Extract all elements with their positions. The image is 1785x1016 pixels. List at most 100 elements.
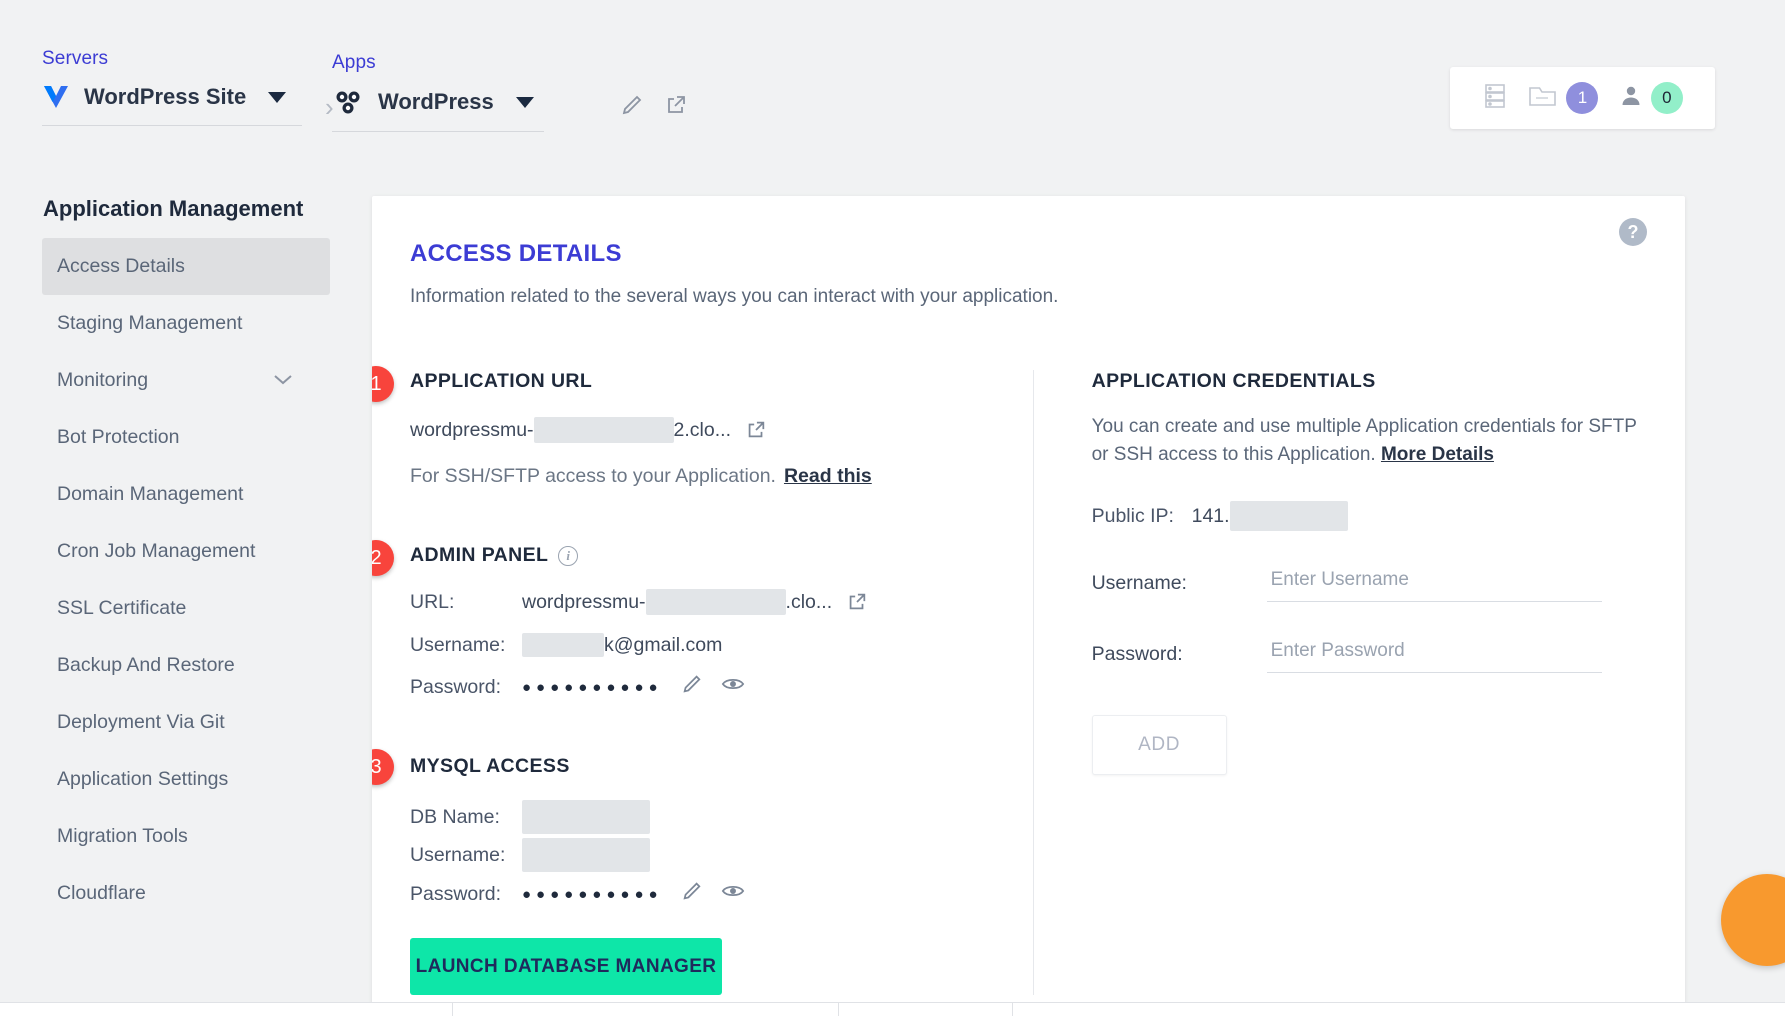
ssh-note-text: For SSH/SFTP access to your Application. xyxy=(410,465,776,487)
admin-url-suffix: .clo... xyxy=(785,590,833,613)
help-icon[interactable]: ? xyxy=(1619,218,1647,246)
mysql-username-row: Username: xyxy=(410,838,1033,872)
app-selector[interactable]: WordPress xyxy=(332,86,544,132)
eye-icon[interactable] xyxy=(721,880,745,908)
sidebar-item-deployment-via-git[interactable]: Deployment Via Git xyxy=(42,694,330,751)
add-credential-button[interactable]: ADD xyxy=(1091,715,1227,776)
status-pill-group: 1 0 xyxy=(1450,67,1715,129)
chevron-down-icon[interactable] xyxy=(268,91,287,103)
server-name: WordPress Site xyxy=(84,84,247,109)
mysql-password-row: Password: ●●●●●●●●●● xyxy=(410,880,1033,908)
support-chat-button[interactable] xyxy=(1721,874,1785,966)
pencil-icon[interactable] xyxy=(681,673,703,701)
read-this-link[interactable]: Read this xyxy=(784,465,872,488)
admin-url-redacted xyxy=(645,589,786,615)
application-url-section: 1 APPLICATION URL wordpressmu- 2.clo... xyxy=(372,366,1033,488)
sidebar-item-migration-tools[interactable]: Migration Tools xyxy=(42,808,330,865)
admin-password-label: Password: xyxy=(410,675,502,698)
application-url-suffix: 2.clo... xyxy=(673,418,731,441)
public-ip-label: Public IP: xyxy=(1091,504,1174,527)
sidebar-item-label: Monitoring xyxy=(57,369,149,391)
application-url-value-row: wordpressmu- 2.clo... xyxy=(410,417,1033,443)
application-url-prefix: wordpressmu- xyxy=(410,418,534,441)
admin-url-row: URL: wordpressmu- .clo... xyxy=(410,589,1033,615)
sidebar-item-bot-protection[interactable]: Bot Protection xyxy=(42,409,330,466)
step-badge-1: 1 xyxy=(372,366,394,402)
mysql-dbname-label: DB Name: xyxy=(410,805,500,828)
left-column: 1 APPLICATION URL wordpressmu- 2.clo... xyxy=(372,366,1033,995)
page-title: ACCESS DETAILS xyxy=(410,240,622,267)
mysql-dbname-redacted xyxy=(522,800,650,834)
mysql-dbname-row: DB Name: xyxy=(410,800,1033,834)
sidebar-item-cloudflare[interactable]: Cloudflare xyxy=(42,865,330,922)
sidebar-item-label: Migration Tools xyxy=(57,825,188,847)
sidebar-item-cron-job-management[interactable]: Cron Job Management xyxy=(42,523,330,580)
admin-username-redacted xyxy=(522,633,604,657)
pencil-icon[interactable] xyxy=(681,880,703,908)
credential-password-row: Password: xyxy=(1091,636,1647,674)
mysql-password-label: Password: xyxy=(410,882,502,905)
launch-database-manager-button[interactable]: LAUNCH DATABASE MANAGER xyxy=(410,938,722,995)
wordpress-icon xyxy=(332,86,364,118)
sidebar-item-monitoring[interactable]: Monitoring xyxy=(42,352,330,409)
sidebar-item-label: Application Settings xyxy=(57,768,229,790)
step-badge-2: 2 xyxy=(372,540,394,576)
top-bar: Servers WordPress Site › Apps WordPress … xyxy=(0,0,1785,165)
sidebar-item-access-details[interactable]: Access Details xyxy=(42,238,330,295)
info-icon[interactable]: i xyxy=(558,545,579,566)
apps-label: Apps xyxy=(332,52,376,73)
mysql-password-masked: ●●●●●●●●●● xyxy=(522,885,663,903)
application-url-redacted xyxy=(533,417,674,443)
admin-url-label: URL: xyxy=(410,590,455,613)
external-link-icon[interactable] xyxy=(664,93,688,117)
mysql-access-section: 3 MYSQL ACCESS DB Name: Username: Passwo… xyxy=(372,749,1033,995)
sidebar-title: Application Management xyxy=(43,196,304,221)
sidebar-item-application-settings[interactable]: Application Settings xyxy=(42,751,330,808)
sidebar-item-domain-management[interactable]: Domain Management xyxy=(42,466,330,523)
credential-password-label: Password: xyxy=(1091,643,1183,666)
step-badge-3: 3 xyxy=(372,749,394,785)
sidebar-item-label: Cron Job Management xyxy=(57,540,256,562)
chevron-down-icon[interactable] xyxy=(272,372,294,390)
admin-url-prefix: wordpressmu- xyxy=(522,590,646,613)
servers-count-item[interactable] xyxy=(1482,82,1508,115)
credential-password-input[interactable] xyxy=(1266,636,1602,674)
credentials-description: You can create and use multiple Applicat… xyxy=(1092,413,1647,469)
sidebar-item-label: Access Details xyxy=(57,255,185,277)
server-stack-icon xyxy=(1482,82,1508,115)
admin-panel-heading-text: ADMIN PANEL xyxy=(410,544,549,566)
chevron-down-icon[interactable] xyxy=(515,96,534,108)
sidebar-item-label: SSL Certificate xyxy=(57,597,187,619)
external-link-icon[interactable] xyxy=(745,419,767,441)
sidebar-item-staging-management[interactable]: Staging Management xyxy=(42,295,330,352)
eye-icon[interactable] xyxy=(721,673,745,701)
sidebar-item-label: Deployment Via Git xyxy=(57,711,225,733)
apps-count-badge: 1 xyxy=(1566,82,1599,114)
more-details-link[interactable]: More Details xyxy=(1381,444,1494,465)
breadcrumb-apps: Apps WordPress xyxy=(332,52,544,132)
vultr-logo-icon xyxy=(42,82,70,112)
public-ip-value: 141. xyxy=(1191,504,1230,527)
credential-username-input[interactable] xyxy=(1266,565,1602,603)
admin-panel-section: 2 ADMIN PANEL i URL: wordpressmu- .clo..… xyxy=(372,540,1033,701)
credential-username-row: Username: xyxy=(1092,565,1647,603)
apps-count-item[interactable]: 1 xyxy=(1528,82,1599,114)
page-subtitle: Information related to the several ways … xyxy=(410,286,1059,307)
server-selector[interactable]: WordPress Site xyxy=(42,82,302,126)
sidebar-item-label: Staging Management xyxy=(57,312,243,334)
pencil-icon[interactable] xyxy=(620,93,644,117)
external-link-icon[interactable] xyxy=(846,591,868,613)
sidebar-item-backup-and-restore[interactable]: Backup And Restore xyxy=(42,637,330,694)
admin-password-row: Password: ●●●●●●●●●● xyxy=(410,673,1033,701)
sidebar-item-ssl-certificate[interactable]: SSL Certificate xyxy=(42,580,330,637)
access-details-card: ? ACCESS DETAILS Information related to … xyxy=(372,196,1685,1016)
bottom-table-strip xyxy=(0,1002,1785,1016)
application-url-heading: APPLICATION URL xyxy=(410,370,593,392)
breadcrumb-servers: Servers WordPress Site xyxy=(42,48,302,126)
users-count-item[interactable]: 0 xyxy=(1619,82,1683,114)
credentials-description-text: You can create and use multiple Applicat… xyxy=(1091,416,1637,466)
sidebar-item-label: Cloudflare xyxy=(57,882,146,904)
ssh-note-row: For SSH/SFTP access to your Application.… xyxy=(410,465,1033,488)
user-icon xyxy=(1619,83,1643,114)
credentials-heading: APPLICATION CREDENTIALS xyxy=(1091,370,1376,392)
